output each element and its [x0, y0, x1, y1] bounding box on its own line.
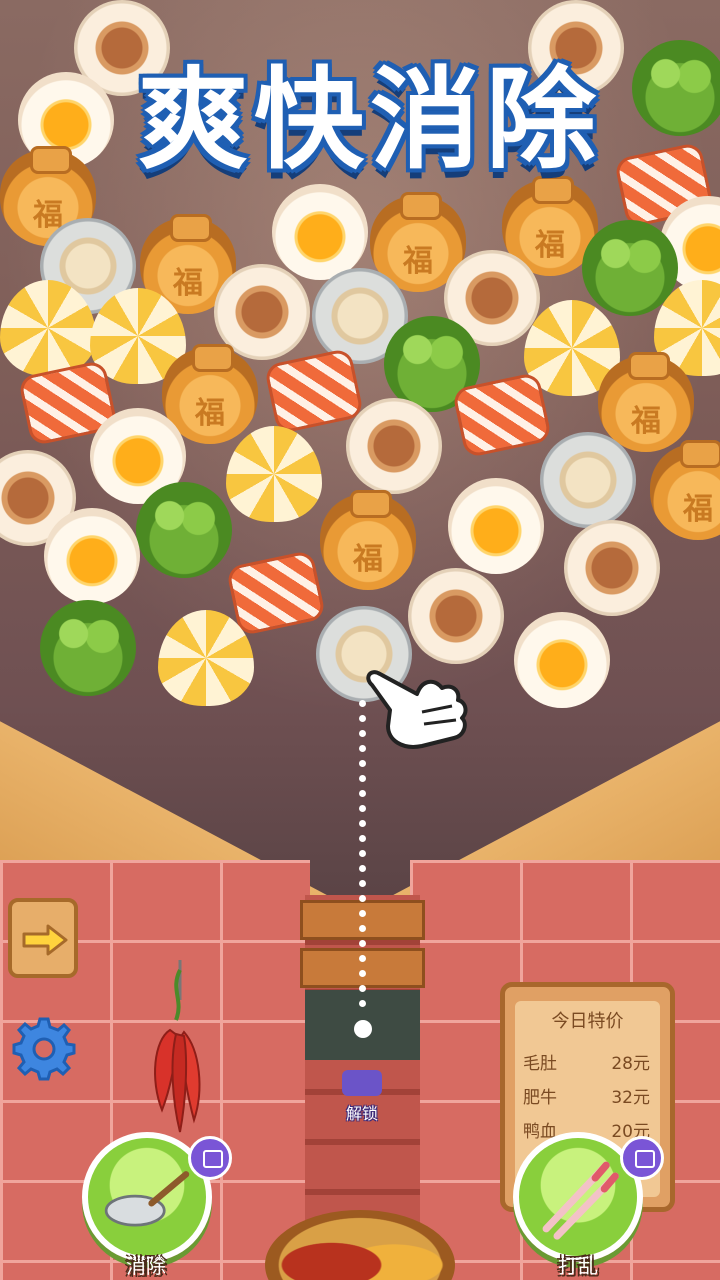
wood-plank: [300, 948, 425, 988]
arrow-right-icon: [22, 924, 68, 956]
menu-item: 毛肚 28元: [523, 1049, 650, 1074]
aim-dot: [359, 820, 366, 827]
game-title: 爽快消除: [138, 56, 602, 184]
aim-dot: [359, 880, 366, 887]
hanging-chili-decoration: [154, 960, 201, 1133]
video-play-icon[interactable]: [188, 1136, 232, 1180]
next-arrow-sign[interactable]: [8, 898, 78, 978]
wood-plank: [300, 900, 425, 940]
aim-dot: [359, 790, 366, 797]
aim-dot: [359, 850, 366, 857]
aim-dot: [359, 760, 366, 767]
shuffle-tool-label: 打乱: [558, 1254, 598, 1278]
bubble-fried-egg[interactable]: [44, 508, 140, 604]
pointing-hand-icon: [366, 670, 468, 749]
bubble-fried-egg[interactable]: [272, 184, 368, 280]
menu-item-name: 毛肚: [523, 1054, 557, 1074]
aim-dot: [359, 925, 366, 932]
aim-dot: [359, 1000, 366, 1007]
bubble-oyster[interactable]: [540, 432, 636, 528]
bubble-lucky-bag[interactable]: [650, 440, 720, 540]
aim-dot: [359, 910, 366, 917]
unlock-label[interactable]: 解锁: [332, 1100, 392, 1124]
aim-dot: [359, 970, 366, 977]
aim-dot: [359, 865, 366, 872]
bubble-broccoli[interactable]: [136, 482, 232, 578]
bubble-lucky-bag[interactable]: [320, 490, 416, 590]
bubble-pork-bun[interactable]: [564, 520, 660, 616]
aim-dot: [359, 805, 366, 812]
menu-item-name: 肥牛: [523, 1088, 557, 1108]
bubble-lucky-bag[interactable]: [598, 352, 694, 452]
video-play-icon[interactable]: [620, 1136, 664, 1180]
aim-dot: [359, 940, 366, 947]
menu-title: 今日特价: [551, 1011, 624, 1032]
bubble-broccoli[interactable]: [40, 600, 136, 696]
video-play-icon[interactable]: [342, 1070, 382, 1096]
aim-dot: [359, 955, 366, 962]
bubble-pork-bun[interactable]: [408, 568, 504, 664]
menu-item: 肥牛 32元: [523, 1083, 650, 1108]
aim-dot: [359, 985, 366, 992]
aim-dot: [359, 775, 366, 782]
bubble-fried-egg[interactable]: [514, 612, 610, 708]
menu-item-price: 28元: [611, 1054, 650, 1074]
aim-dot: [359, 835, 366, 842]
menu-item-price: 32元: [611, 1088, 650, 1108]
aim-origin-dot: [354, 1020, 372, 1038]
bubble-fried-egg[interactable]: [448, 478, 544, 574]
game-scene: 爽快消除 今日特价 毛肚 28: [0, 0, 720, 1280]
gear-icon[interactable]: [10, 1015, 78, 1083]
aim-dot: [359, 895, 366, 902]
bubble-pork-bun[interactable]: [346, 398, 442, 494]
eliminate-tool-label: 消除: [126, 1254, 166, 1278]
